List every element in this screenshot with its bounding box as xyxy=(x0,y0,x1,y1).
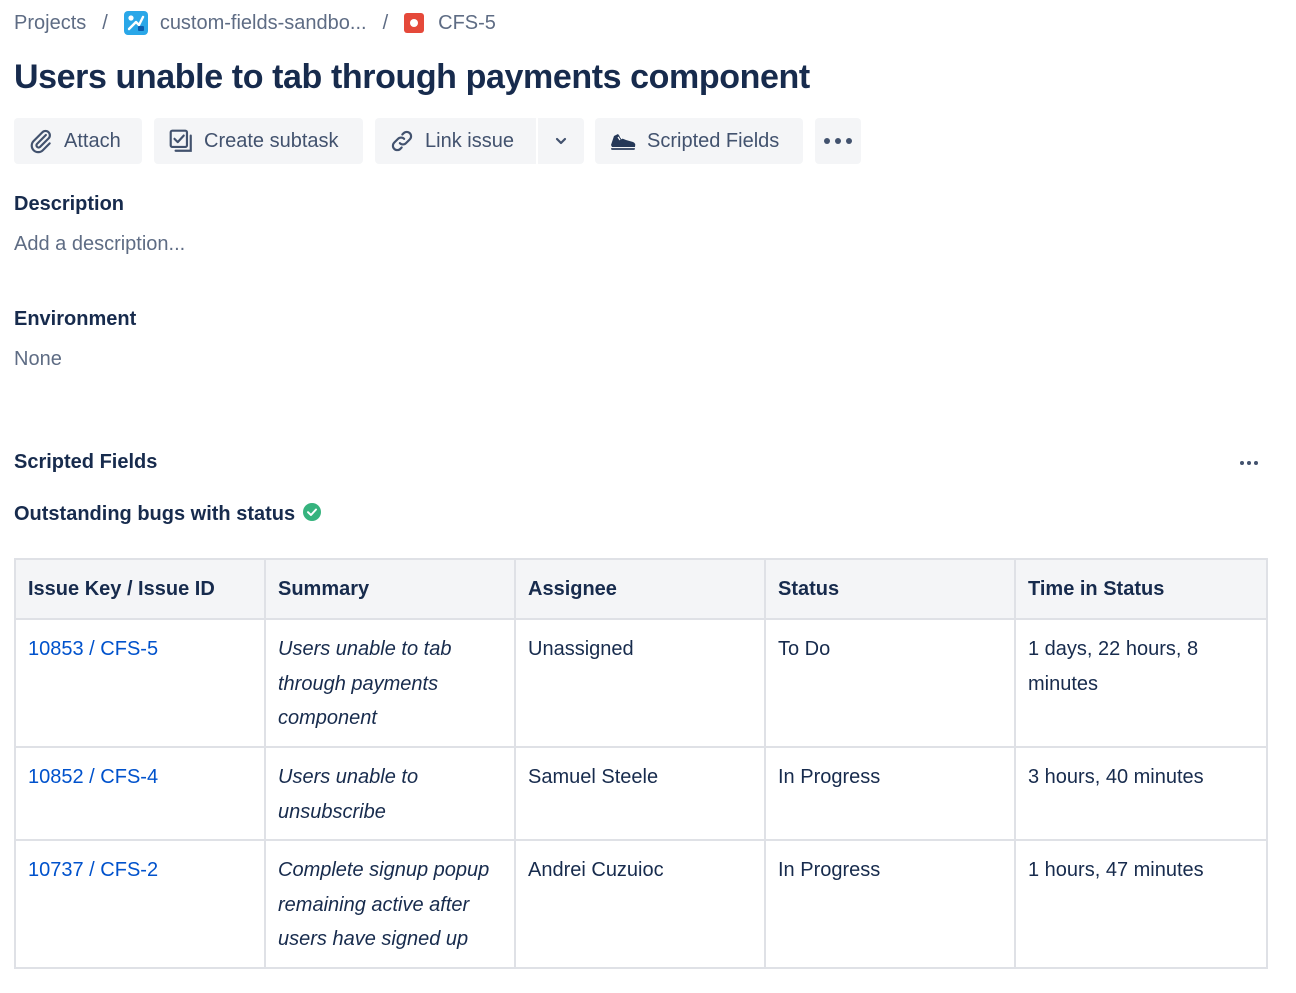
summary-cell: Users unable to tab through payments com… xyxy=(264,618,516,748)
attach-button-label: Attach xyxy=(64,129,121,152)
sneaker-icon xyxy=(611,134,636,150)
link-issue-dropdown-button[interactable] xyxy=(538,118,584,164)
table-row: 10853 / CFS-5 Users unable to tab throug… xyxy=(14,618,1268,748)
more-actions-button[interactable] xyxy=(815,118,861,164)
breadcrumb-project-link[interactable]: custom-fields-sandbo... xyxy=(160,12,367,35)
issue-key-link[interactable]: 10853 / CFS-5 xyxy=(28,638,158,660)
assignee-cell: Unassigned xyxy=(514,618,766,748)
issue-key-cell: 10852 / CFS-4 xyxy=(14,746,266,841)
table-row: 10852 / CFS-4 Users unable to unsubscrib… xyxy=(14,746,1268,841)
link-issue-button[interactable]: Link issue xyxy=(375,118,536,164)
scripted-fields-more-button[interactable] xyxy=(1234,452,1264,474)
breadcrumb: Projects / custom-fields-sandbo... / CFS… xyxy=(14,8,496,38)
status-cell: To Do xyxy=(764,618,1016,748)
column-header-status: Status xyxy=(764,558,1016,620)
summary-cell: Users unable to unsubscribe xyxy=(264,746,516,841)
scripted-fields-heading: Scripted Fields xyxy=(14,451,158,473)
more-horizontal-icon xyxy=(1240,461,1258,465)
table-header-row: Issue Key / Issue ID Summary Assignee St… xyxy=(14,558,1268,620)
table-row: 10737 / CFS-2 Complete signup popup rema… xyxy=(14,839,1268,969)
issue-key-link[interactable]: 10852 / CFS-4 xyxy=(28,766,158,788)
breadcrumb-separator: / xyxy=(102,11,108,34)
column-header-issue-key: Issue Key / Issue ID xyxy=(14,558,266,620)
issue-key-cell: 10853 / CFS-5 xyxy=(14,618,266,748)
column-header-summary: Summary xyxy=(264,558,516,620)
chevron-down-icon xyxy=(555,137,567,145)
breadcrumb-separator: / xyxy=(382,11,389,34)
project-avatar-icon[interactable] xyxy=(123,11,148,35)
time-in-status-cell: 3 hours, 40 minutes xyxy=(1014,746,1268,841)
bug-issue-type-icon[interactable] xyxy=(404,13,425,33)
issue-key-cell: 10737 / CFS-2 xyxy=(14,839,266,969)
outstanding-bugs-table: Issue Key / Issue ID Summary Assignee St… xyxy=(14,558,1268,969)
breadcrumb-issue-key-link[interactable]: CFS-5 xyxy=(438,12,496,35)
time-in-status-cell: 1 hours, 47 minutes xyxy=(1014,839,1268,969)
paperclip-icon xyxy=(30,129,51,154)
create-subtask-button-label: Create subtask xyxy=(204,129,339,152)
column-header-assignee: Assignee xyxy=(514,558,766,620)
status-cell: In Progress xyxy=(764,746,1016,841)
scripted-fields-button-label: Scripted Fields xyxy=(647,129,780,152)
description-heading: Description xyxy=(14,193,125,215)
check-circle-icon xyxy=(303,502,322,521)
issue-key-link[interactable]: 10737 / CFS-2 xyxy=(28,859,158,881)
assignee-cell: Samuel Steele xyxy=(514,746,766,841)
more-horizontal-icon xyxy=(824,138,852,144)
assignee-cell: Andrei Cuzuioc xyxy=(514,839,766,969)
environment-value[interactable]: None xyxy=(14,348,62,371)
outstanding-bugs-field-title: Outstanding bugs with status xyxy=(14,502,322,526)
breadcrumb-projects-link[interactable]: Projects xyxy=(14,12,86,35)
environment-heading: Environment xyxy=(14,308,137,330)
summary-cell: Complete signup popup remaining active a… xyxy=(264,839,516,969)
subtask-icon xyxy=(169,129,192,152)
description-field[interactable]: Add a description... xyxy=(14,233,185,256)
outstanding-bugs-field-label: Outstanding bugs with status xyxy=(14,503,296,525)
link-issue-button-label: Link issue xyxy=(425,129,514,152)
time-in-status-cell: 1 days, 22 hours, 8 minutes xyxy=(1014,618,1268,748)
link-icon xyxy=(391,130,413,152)
scripted-fields-button[interactable]: Scripted Fields xyxy=(595,118,803,164)
create-subtask-button[interactable]: Create subtask xyxy=(154,118,363,164)
issue-summary-title[interactable]: Users unable to tab through payments com… xyxy=(14,58,810,97)
attach-button[interactable]: Attach xyxy=(14,118,142,164)
column-header-time-in-status: Time in Status xyxy=(1014,558,1268,620)
status-cell: In Progress xyxy=(764,839,1016,969)
